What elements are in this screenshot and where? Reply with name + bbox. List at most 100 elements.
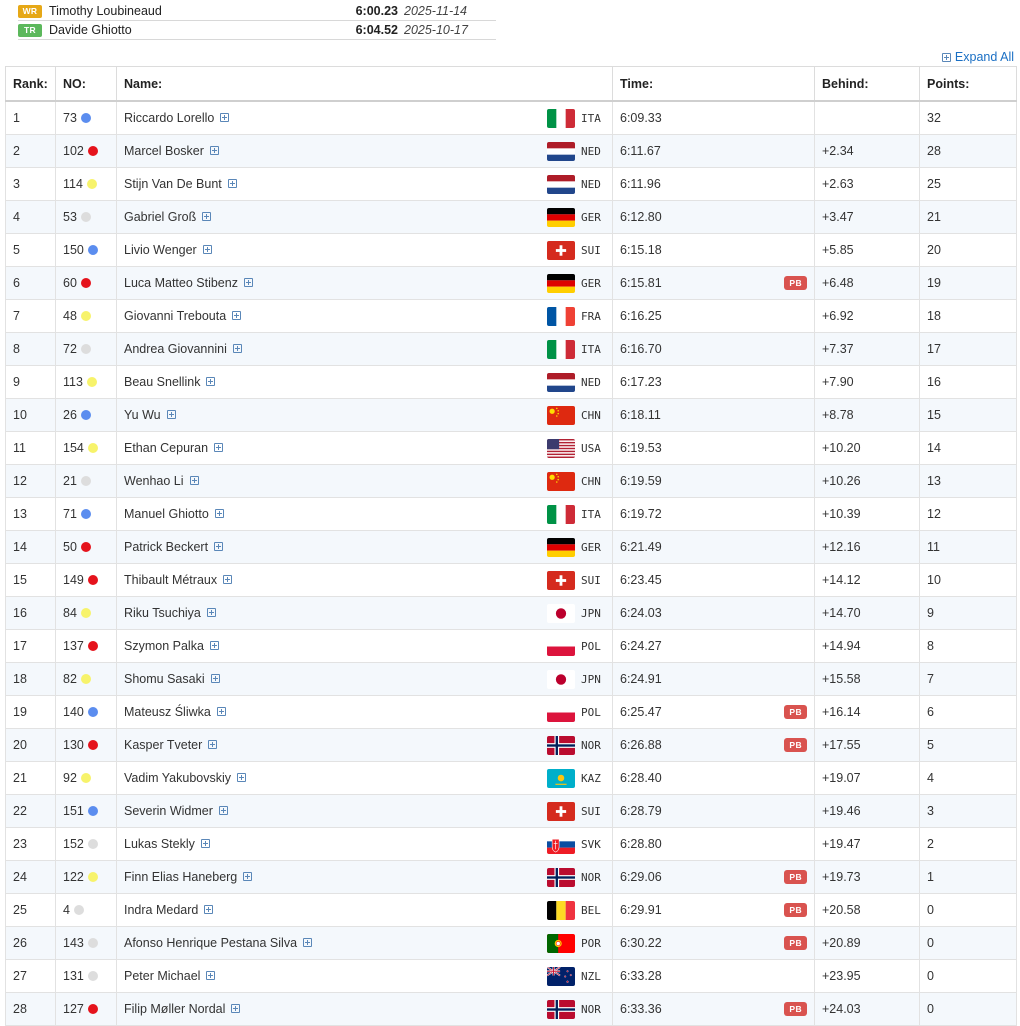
expand-plus-icon[interactable] <box>206 608 216 618</box>
flag-por-icon <box>547 934 575 953</box>
bib-number: 151 <box>63 804 84 818</box>
skater-name[interactable]: Manuel Ghiotto <box>124 507 209 521</box>
skater-name[interactable]: Giovanni Trebouta <box>124 309 226 323</box>
flag-sui-icon <box>547 241 575 260</box>
skater-name[interactable]: Filip Møller Nordal <box>124 1002 225 1016</box>
rank-cell: 12 <box>5 464 56 498</box>
skater-name[interactable]: Stijn Van De Bunt <box>124 177 222 191</box>
expand-plus-icon[interactable] <box>216 707 226 717</box>
expand-plus-icon[interactable] <box>243 278 253 288</box>
skater-name[interactable]: Andrea Giovannini <box>124 342 227 356</box>
behind-cell: +12.16 <box>814 530 920 564</box>
points-cell: 19 <box>919 266 1017 300</box>
bib-cell: 72 <box>55 332 117 366</box>
skater-name[interactable]: Szymon Palka <box>124 639 204 653</box>
expand-plus-icon[interactable] <box>223 575 233 585</box>
expand-plus-icon[interactable] <box>166 410 176 420</box>
pair-color-dot-icon <box>87 937 98 948</box>
skater-name[interactable]: Ethan Cepuran <box>124 441 208 455</box>
nation-code: NOR <box>581 871 601 884</box>
skater-name[interactable]: Finn Elias Haneberg <box>124 870 237 884</box>
table-row: 2 102 Marcel Bosker NED 6:11.67 +2.34 28 <box>5 134 1017 168</box>
expand-plus-icon[interactable] <box>208 740 218 750</box>
name-cell: Marcel Bosker NED <box>116 134 613 168</box>
nationality: NED <box>547 373 605 392</box>
race-time: 6:11.67 <box>620 144 661 158</box>
plus-square-icon <box>941 52 951 62</box>
skater-name[interactable]: Wenhao Li <box>124 474 184 488</box>
expand-plus-icon[interactable] <box>202 212 212 222</box>
skater-name[interactable]: Mateusz Śliwka <box>124 705 211 719</box>
expand-plus-icon[interactable] <box>227 179 237 189</box>
nationality: KAZ <box>547 769 605 788</box>
expand-plus-icon[interactable] <box>189 476 199 486</box>
race-time: 6:26.88 <box>620 738 662 752</box>
skater-name[interactable]: Marcel Bosker <box>124 144 204 158</box>
skater-name[interactable]: Thibault Métraux <box>124 573 217 587</box>
rank-cell: 24 <box>5 860 56 894</box>
expand-plus-icon[interactable] <box>204 905 214 915</box>
expand-plus-icon[interactable] <box>200 839 210 849</box>
expand-plus-icon[interactable] <box>206 971 216 981</box>
rank-cell: 14 <box>5 530 56 564</box>
skater-name[interactable]: Gabriel Groß <box>124 210 196 224</box>
skater-name[interactable]: Yu Wu <box>124 408 161 422</box>
expand-plus-icon[interactable] <box>232 311 242 321</box>
skater-name[interactable]: Riccardo Lorello <box>124 111 214 125</box>
pair-color-dot-icon <box>87 145 98 156</box>
flag-nor-icon <box>547 736 575 755</box>
expand-plus-icon[interactable] <box>303 938 313 948</box>
nationality: GER <box>547 274 605 293</box>
skater-name[interactable]: Patrick Beckert <box>124 540 208 554</box>
table-row: 6 60 Luca Matteo Stibenz GER 6:15.81 PB +6.48 1… <box>5 266 1017 300</box>
skater-name[interactable]: Kasper Tveter <box>124 738 202 752</box>
nation-code: FRA <box>581 310 601 323</box>
skater-name[interactable]: Shomu Sasaki <box>124 672 205 686</box>
bib-cell: 150 <box>55 233 117 267</box>
expand-plus-icon[interactable] <box>220 113 230 123</box>
expand-plus-icon[interactable] <box>206 377 216 387</box>
expand-plus-icon[interactable] <box>218 806 228 816</box>
expand-plus-icon[interactable] <box>214 542 224 552</box>
behind-cell: +7.90 <box>814 365 920 399</box>
skater-name[interactable]: Livio Wenger <box>124 243 197 257</box>
nationality: USA <box>547 439 605 458</box>
expand-plus-icon[interactable] <box>209 641 219 651</box>
bib-number: 114 <box>63 177 83 191</box>
rank-cell: 19 <box>5 695 56 729</box>
expand-plus-icon[interactable] <box>210 674 220 684</box>
bib-number: 127 <box>63 1002 84 1016</box>
header-no[interactable]: NO: <box>55 66 117 102</box>
header-rank[interactable]: Rank: <box>5 66 56 102</box>
table-row: 23 152 Lukas Stekly SVK 6:28.80 +19.47 2 <box>5 827 1017 861</box>
skater-name[interactable]: Riku Tsuchiya <box>124 606 201 620</box>
expand-plus-icon[interactable] <box>243 872 253 882</box>
skater-name[interactable]: Luca Matteo Stibenz <box>124 276 238 290</box>
expand-plus-icon[interactable] <box>237 773 246 783</box>
behind-cell: +15.58 <box>814 662 920 696</box>
points-cell: 4 <box>919 761 1017 795</box>
header-time[interactable]: Time: <box>612 66 815 102</box>
skater-name[interactable]: Indra Medard <box>124 903 198 917</box>
skater-name[interactable]: Peter Michael <box>124 969 200 983</box>
points-cell: 9 <box>919 596 1017 630</box>
header-points[interactable]: Points: <box>919 66 1017 102</box>
skater-name[interactable]: Severin Widmer <box>124 804 213 818</box>
expand-plus-icon[interactable] <box>214 443 224 453</box>
wr-badge: WR <box>18 4 42 18</box>
expand-plus-icon[interactable] <box>214 509 224 519</box>
expand-plus-icon[interactable] <box>209 146 219 156</box>
expand-all-link[interactable]: Expand All <box>941 50 1014 64</box>
expand-plus-icon[interactable] <box>231 1004 241 1014</box>
table-row: 11 154 Ethan Cepuran USA 6:19.53 +10.20 14 <box>5 431 1017 465</box>
skater-name[interactable]: Vadim Yakubovskiy <box>124 771 231 785</box>
bib-number: 72 <box>63 342 77 356</box>
header-name[interactable]: Name: <box>116 66 613 102</box>
expand-plus-icon[interactable] <box>232 344 242 354</box>
header-behind[interactable]: Behind: <box>814 66 920 102</box>
points-cell: 28 <box>919 134 1017 168</box>
skater-name[interactable]: Afonso Henrique Pestana Silva <box>124 936 297 950</box>
skater-name[interactable]: Lukas Stekly <box>124 837 195 851</box>
skater-name[interactable]: Beau Snellink <box>124 375 200 389</box>
expand-plus-icon[interactable] <box>202 245 212 255</box>
